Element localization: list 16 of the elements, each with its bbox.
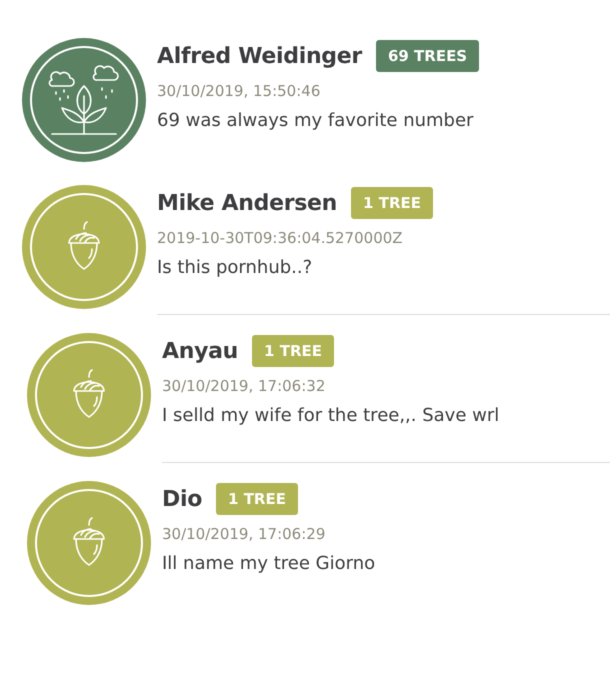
commenter-name: Dio: [162, 486, 202, 512]
comment-text: I selld my wife for the tree,,. Save wrl: [162, 405, 500, 426]
comment-text: Is this pornhub..?: [157, 257, 314, 278]
commenter-name: Alfred Weidinger: [157, 44, 362, 68]
comment-date: 2019-10-30T09:36:04.5270000Z: [157, 229, 404, 247]
comment-date: 30/10/2019, 17:06:32: [162, 377, 326, 395]
tree-count-badge: 69 TREES: [376, 40, 480, 72]
comment-text: 69 was always my favorite number: [157, 110, 474, 131]
commenter-name: Mike Andersen: [157, 190, 338, 216]
tree-count-badge: 1 TREE: [351, 187, 433, 219]
comment-date: 30/10/2019, 17:06:29: [162, 525, 326, 543]
tree-count-badge: 1 TREE: [252, 335, 334, 367]
tree-count-badge: 1 TREE: [216, 483, 298, 515]
comment-date: 30/10/2019, 15:50:46: [157, 82, 322, 100]
commenter-name: Anyau: [162, 338, 238, 364]
comment-text: Ill name my tree Giorno: [162, 553, 376, 574]
